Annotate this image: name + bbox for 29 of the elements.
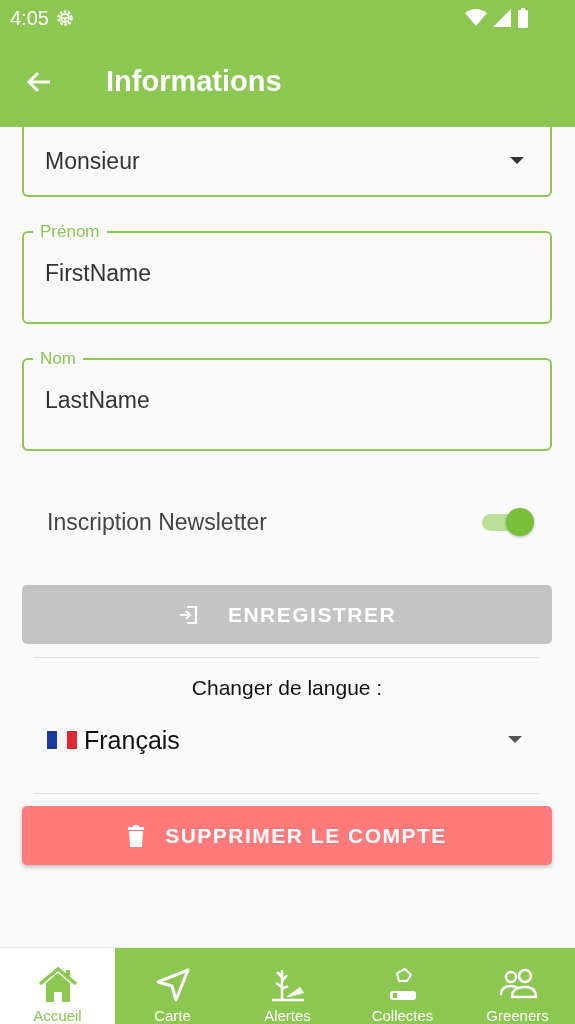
flag-icon [46,728,78,752]
delete-account-button[interactable]: SUPPRIMER LE COMPTE [22,806,552,865]
civility-select[interactable]: Monsieur [22,127,552,197]
nav-tab[interactable]: Accueil [0,948,115,1024]
login-icon [177,603,200,626]
field-label: Nom [39,349,77,369]
gear-icon [54,8,75,28]
newsletter-switch[interactable] [480,506,534,538]
dropdown-caret-icon [508,736,522,744]
text-field[interactable]: Prénom FirstName [22,222,552,324]
battery-icon [517,8,529,28]
nav-tab[interactable]: Collectes [345,948,460,1024]
dropdown-caret-icon [510,157,524,165]
field-label: Prénom [39,222,101,242]
nav-tab[interactable]: Carte [115,948,230,1024]
screen-title: Informations [106,65,282,98]
trash-icon [127,824,146,847]
newsletter-label: Inscription Newsletter [47,508,267,536]
navigation-arrow-icon [154,967,191,1003]
text-field[interactable]: Nom LastName [22,349,552,451]
home-icon [37,967,78,1003]
nav-tab[interactable]: Alertes [230,948,345,1024]
status-time: 4:05 [10,6,49,30]
language-heading: Changer de langue : [191,676,383,700]
nav-tab[interactable]: Greeners [460,948,575,1024]
wifi-icon [465,9,487,27]
tree-icon [269,967,306,1003]
language-select[interactable]: Français [22,700,552,780]
signal-icon [493,9,511,27]
